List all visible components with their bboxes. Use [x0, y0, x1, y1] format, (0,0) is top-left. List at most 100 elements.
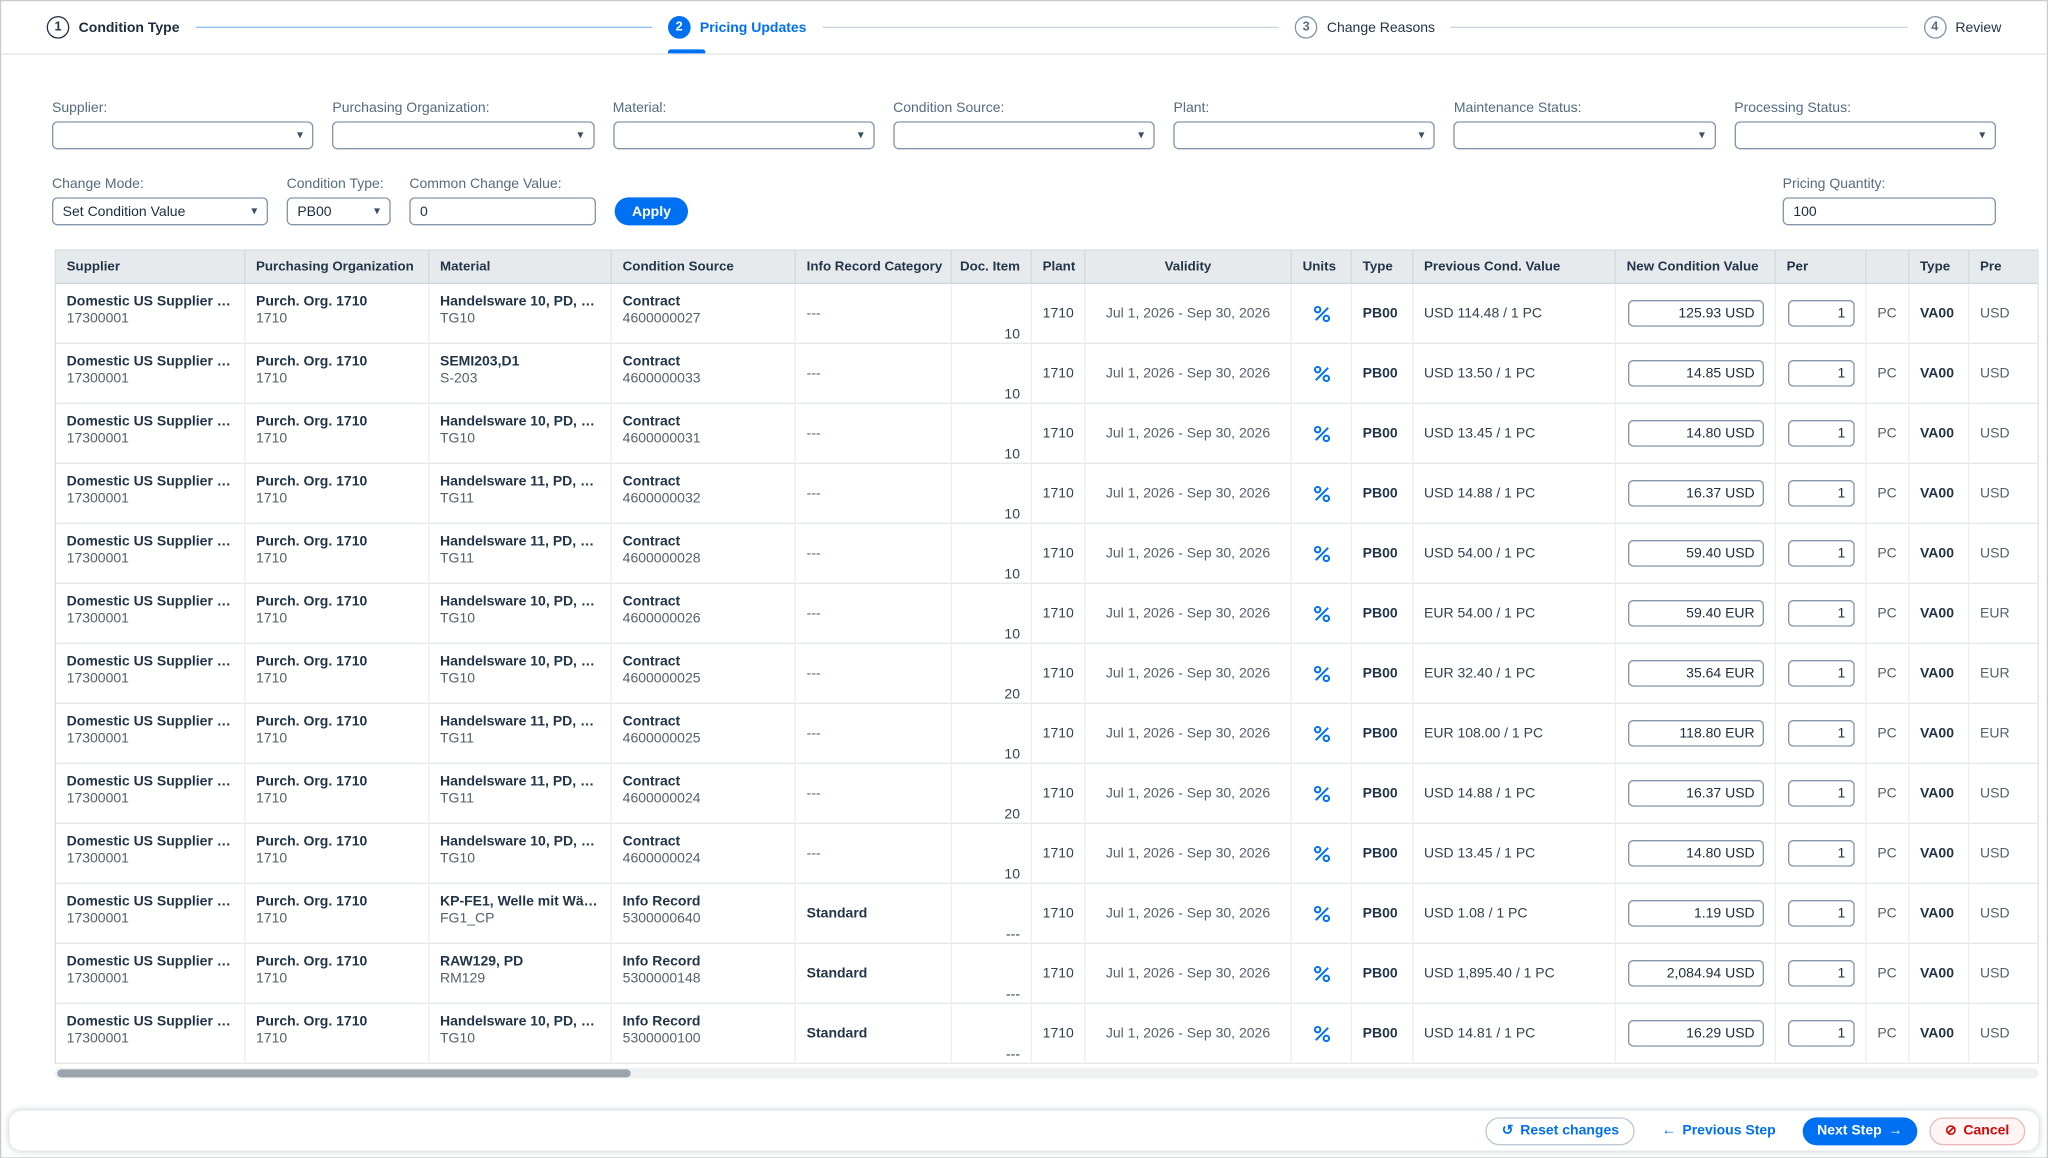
col-header-info-record-category[interactable]: Info Record Category	[796, 251, 952, 283]
col-header-plant[interactable]: Plant	[1032, 251, 1085, 283]
col-header-type[interactable]: Type	[1352, 251, 1413, 283]
chevron-down-icon: ▾	[251, 205, 257, 217]
condition-source-select[interactable]: ▾	[893, 121, 1155, 149]
reset-changes-button[interactable]: ↺ Reset changes	[1486, 1117, 1635, 1145]
units-icon[interactable]	[1305, 480, 1337, 507]
units-icon[interactable]	[1305, 1020, 1337, 1047]
supplier-select[interactable]: ▾	[52, 121, 314, 149]
per-input[interactable]	[1788, 780, 1855, 807]
units-icon[interactable]	[1305, 960, 1337, 987]
units-icon[interactable]	[1305, 600, 1337, 627]
per-input[interactable]	[1788, 960, 1855, 987]
per-input[interactable]	[1788, 300, 1855, 327]
validity-cell: Jul 1, 2026 - Sep 30, 2026	[1085, 704, 1292, 763]
col-header-previous-truncated[interactable]: Pre	[1969, 251, 2038, 283]
pricing-updates-wizard: 1 Condition Type 2 Pricing Updates 3 Cha…	[0, 0, 2048, 1158]
new-condition-value-input[interactable]	[1628, 960, 1764, 987]
chevron-down-icon: ▾	[1138, 129, 1144, 141]
material-cell: Handelsware 10, PD, Stre...TG10	[429, 404, 612, 463]
plant-select[interactable]: ▾	[1173, 121, 1435, 149]
units-icon[interactable]	[1305, 720, 1337, 747]
new-condition-value-input[interactable]	[1628, 420, 1764, 447]
col-header-per[interactable]: Per	[1776, 251, 1867, 283]
col-header-validity[interactable]: Validity	[1085, 251, 1292, 283]
units-icon[interactable]	[1305, 660, 1337, 687]
per-input[interactable]	[1788, 420, 1855, 447]
per-input[interactable]	[1788, 900, 1855, 927]
material-select[interactable]: ▾	[613, 121, 875, 149]
units-icon[interactable]	[1305, 780, 1337, 807]
per-input[interactable]	[1788, 840, 1855, 867]
step-change-reasons[interactable]: 3 Change Reasons	[1295, 1, 1435, 53]
new-condition-value-input[interactable]	[1628, 840, 1764, 867]
purchasing-organization-cell: Purch. Org. 17101710	[245, 824, 429, 883]
col-header-condition-source[interactable]: Condition Source	[612, 251, 796, 283]
new-condition-value-cell	[1616, 344, 1776, 403]
condition-type-select[interactable]: PB00▾	[287, 197, 391, 225]
col-header-doc-item[interactable]: Doc. Item	[952, 251, 1032, 283]
new-condition-value-input[interactable]	[1628, 720, 1764, 747]
col-header-type-2[interactable]: Type	[1909, 251, 1969, 283]
next-step-button[interactable]: Next Step →	[1802, 1117, 1917, 1145]
per-input[interactable]	[1788, 720, 1855, 747]
purchasing-organization-select[interactable]: ▾	[332, 121, 594, 149]
units-icon[interactable]	[1305, 300, 1337, 327]
col-header-supplier[interactable]: Supplier	[56, 251, 245, 283]
doc-item-cell: 20	[952, 644, 1032, 703]
units-icon[interactable]	[1305, 840, 1337, 867]
step-pricing-updates[interactable]: 2 Pricing Updates	[668, 1, 807, 53]
col-header-new-condition-value[interactable]: New Condition Value	[1616, 251, 1776, 283]
col-header-previous-cond-value[interactable]: Previous Cond. Value	[1413, 251, 1616, 283]
new-condition-value-input[interactable]	[1628, 600, 1764, 627]
purchasing-organization-cell: Purch. Org. 17101710	[245, 464, 429, 523]
step-condition-type[interactable]: 1 Condition Type	[47, 1, 180, 53]
new-condition-value-input[interactable]	[1628, 540, 1764, 567]
units-icon[interactable]	[1305, 360, 1337, 387]
step-review[interactable]: 4 Review	[1923, 1, 2001, 53]
new-condition-value-input[interactable]	[1628, 1020, 1764, 1047]
horizontal-scrollbar-thumb[interactable]	[57, 1069, 630, 1077]
per-input[interactable]	[1788, 480, 1855, 507]
previous-condition-value-cell: USD 14.81 / 1 PC	[1413, 1004, 1616, 1063]
new-condition-value-cell	[1616, 524, 1776, 583]
previous-step-button[interactable]: ← Previous Step	[1647, 1117, 1790, 1145]
col-header-purchasing-organization[interactable]: Purchasing Organization	[245, 251, 429, 283]
new-condition-value-input[interactable]	[1628, 360, 1764, 387]
step-3-circle: 3	[1295, 16, 1318, 39]
per-cell	[1776, 584, 1867, 643]
new-condition-value-input[interactable]	[1628, 300, 1764, 327]
previous-truncated-cell: USD	[1969, 824, 2038, 883]
pricing-quantity-input[interactable]	[1783, 197, 1996, 225]
processing-status-select[interactable]: ▾	[1734, 121, 1996, 149]
per-input[interactable]	[1788, 600, 1855, 627]
col-header-units[interactable]: Units	[1292, 251, 1352, 283]
new-condition-value-cell	[1616, 824, 1776, 883]
common-change-value-input[interactable]	[409, 197, 596, 225]
table-row: Domestic US Supplier 1 (...17300001 Purc…	[56, 764, 2039, 824]
condition-type-cell: PB00	[1352, 884, 1413, 943]
units-icon[interactable]	[1305, 420, 1337, 447]
per-input[interactable]	[1788, 1020, 1855, 1047]
new-condition-value-input[interactable]	[1628, 480, 1764, 507]
footer-action-bar: ↺ Reset changes ← Previous Step Next Ste…	[9, 1111, 2038, 1151]
col-header-per-unit[interactable]	[1867, 251, 1910, 283]
table-row: Domestic US Supplier 1 (...17300001 Purc…	[56, 524, 2039, 584]
maintenance-status-select[interactable]: ▾	[1454, 121, 1716, 149]
units-icon[interactable]	[1305, 900, 1337, 927]
cancel-button[interactable]: ⊘ Cancel	[1929, 1117, 2025, 1145]
condition-source-cell: Contract4600000033	[612, 344, 796, 403]
new-condition-value-input[interactable]	[1628, 900, 1764, 927]
plant-cell: 1710	[1032, 524, 1085, 583]
apply-button[interactable]: Apply	[615, 197, 689, 225]
per-input[interactable]	[1788, 360, 1855, 387]
per-input[interactable]	[1788, 540, 1855, 567]
new-condition-value-input[interactable]	[1628, 660, 1764, 687]
per-input[interactable]	[1788, 660, 1855, 687]
change-mode-select[interactable]: Set Condition Value▾	[52, 197, 268, 225]
units-icon[interactable]	[1305, 540, 1337, 567]
horizontal-scrollbar[interactable]	[55, 1068, 2039, 1079]
validity-cell: Jul 1, 2026 - Sep 30, 2026	[1085, 1004, 1292, 1063]
new-condition-value-input[interactable]	[1628, 780, 1764, 807]
col-header-material[interactable]: Material	[429, 251, 612, 283]
filter-maintenance-status: Maintenance Status: ▾	[1454, 100, 1716, 149]
